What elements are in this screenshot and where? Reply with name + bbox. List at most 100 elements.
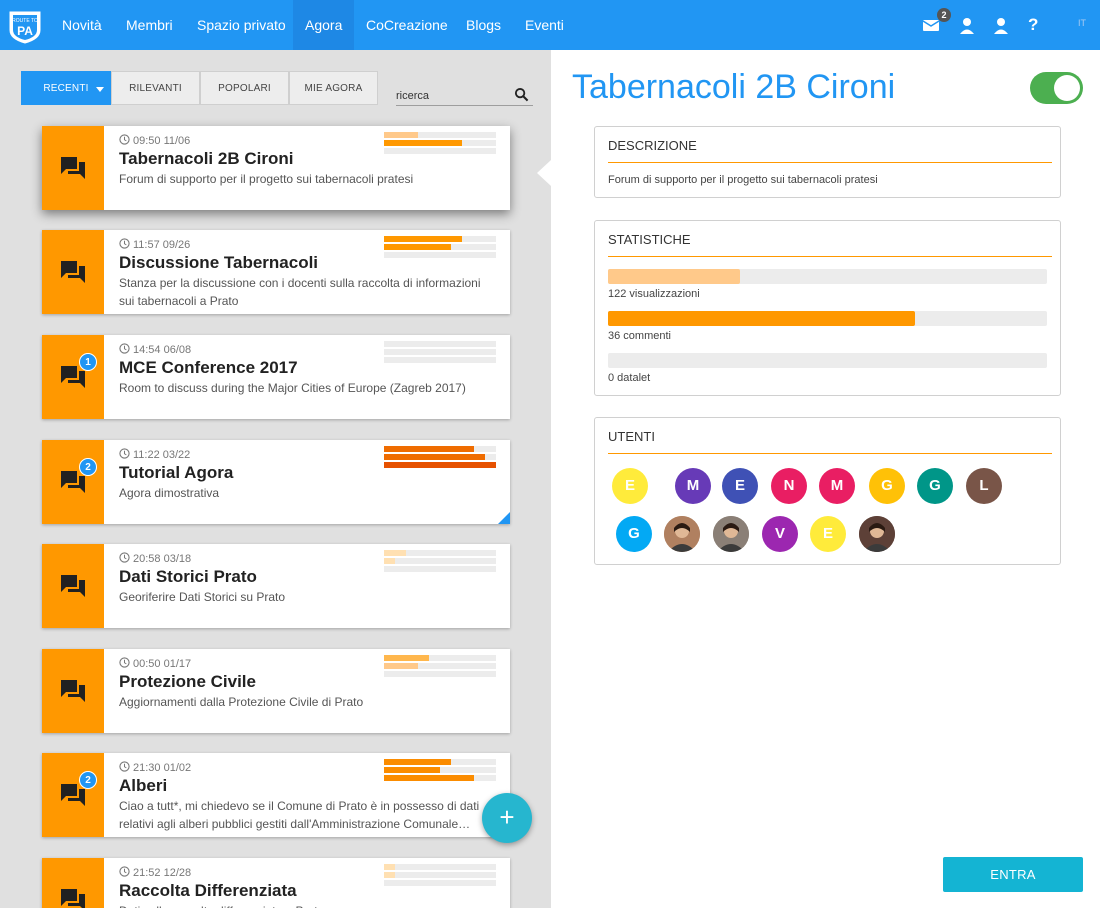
- user-avatar[interactable]: M: [675, 468, 711, 504]
- search-input[interactable]: [396, 88, 506, 104]
- user-avatar[interactable]: E: [612, 468, 648, 504]
- chat-icon: [59, 154, 87, 182]
- activity-bar-fill: [384, 550, 407, 556]
- activity-bar: [384, 558, 496, 564]
- user-avatar[interactable]: N: [771, 468, 807, 504]
- room-time-text: 00:50 01/17: [133, 658, 192, 670]
- user-avatar[interactable]: [859, 516, 895, 552]
- nav-item-novita[interactable]: Novità: [50, 0, 114, 50]
- room-card[interactable]: 2 11:22 03/22 Tutorial Agora Agora dimostra…: [42, 440, 510, 524]
- activity-bar: [384, 446, 496, 452]
- views-label: 122 visualizzazioni: [608, 288, 700, 300]
- views-bar-fill: [608, 269, 740, 284]
- room-detail-title: Tabernacoli 2B Cironi: [572, 68, 896, 106]
- activity-bar: [384, 132, 496, 138]
- nav-item-membri[interactable]: Membri: [114, 0, 185, 50]
- room-card[interactable]: 11:57 09/26 Discussione Tabernacoli Stanza…: [42, 230, 510, 314]
- help-icon[interactable]: ?: [1028, 13, 1042, 37]
- user-avatar[interactable]: G: [616, 516, 652, 552]
- logo-text: PA: [17, 24, 33, 38]
- add-room-button[interactable]: +: [482, 793, 532, 843]
- room-title: Protezione Civile: [119, 672, 256, 691]
- activity-bar: [384, 252, 496, 258]
- tab-mie-agora[interactable]: MIE AGORA: [289, 71, 378, 105]
- user-avatar[interactable]: E: [810, 516, 846, 552]
- room-card[interactable]: 00:50 01/17 Protezione Civile Aggiornament…: [42, 649, 510, 733]
- activity-bar-fill: [384, 558, 396, 564]
- user-avatar[interactable]: [713, 516, 749, 552]
- room-time: 09:50 11/06: [119, 134, 190, 147]
- activity-bar: [384, 550, 496, 556]
- user-avatar[interactable]: L: [966, 468, 1002, 504]
- room-activity-bars: [384, 550, 496, 574]
- tab-recenti[interactable]: RECENTI: [21, 71, 111, 105]
- room-card[interactable]: 20:58 03/18 Dati Storici Prato Georiferire…: [42, 544, 510, 628]
- chat-icon: [59, 886, 87, 908]
- toggle-knob: [1054, 75, 1080, 101]
- search-icon[interactable]: [514, 87, 529, 102]
- profile-icon[interactable]: [992, 13, 1016, 37]
- clock-icon: [119, 343, 133, 356]
- activity-bar: [384, 148, 496, 154]
- user-avatar[interactable]: [664, 516, 700, 552]
- room-description: Aggiornamenti dalla Protezione Civile di…: [119, 695, 364, 709]
- room-time: 21:30 01/02: [119, 761, 191, 774]
- nav-item-cocreazione[interactable]: CoCreazione: [354, 0, 460, 50]
- user-avatar[interactable]: G: [917, 468, 953, 504]
- user-icon[interactable]: [958, 13, 982, 37]
- enter-room-button[interactable]: ENTRA: [943, 857, 1083, 892]
- activity-bar: [384, 462, 496, 468]
- divider: [608, 162, 1052, 163]
- room-description: Dati sulla raccolta differenziata a Prat…: [119, 902, 499, 908]
- language-icon[interactable]: IT: [1078, 18, 1086, 28]
- room-title: Tutorial Agora: [119, 463, 234, 482]
- messages-icon[interactable]: 2: [922, 8, 951, 37]
- tab-recenti-label: RECENTI: [43, 83, 89, 94]
- activity-bar-fill: [384, 140, 463, 146]
- tab-popolari[interactable]: POPOLARI: [200, 71, 289, 105]
- user-avatar[interactable]: G: [869, 468, 905, 504]
- room-time: 21:52 12/28: [119, 866, 191, 879]
- room-card[interactable]: 1 14:54 06/08 MCE Conference 2017 Room to d…: [42, 335, 510, 419]
- corner-marker: [498, 512, 510, 524]
- user-avatar[interactable]: E: [722, 468, 758, 504]
- nav-item-eventi[interactable]: Eventi: [513, 0, 576, 50]
- room-icon-block: 2: [42, 753, 104, 837]
- activity-bar: [384, 454, 496, 460]
- clock-icon: [119, 761, 133, 774]
- activity-bar: [384, 236, 496, 242]
- activity-bar-fill: [384, 446, 474, 452]
- nav-item-agora[interactable]: Agora: [293, 0, 355, 50]
- room-time-text: 09:50 11/06: [133, 135, 191, 147]
- room-activity-bars: [384, 341, 496, 365]
- room-icon-block: [42, 126, 104, 210]
- datalet-bar: [608, 353, 1047, 368]
- publish-toggle[interactable]: [1030, 72, 1083, 104]
- room-title: MCE Conference 2017: [119, 358, 298, 377]
- activity-bar-fill: [384, 775, 474, 781]
- room-card[interactable]: 21:52 12/28 Raccolta Differenziata Dati su…: [42, 858, 510, 908]
- clock-icon: [119, 238, 133, 251]
- user-avatar[interactable]: V: [762, 516, 798, 552]
- room-icon-block: 2: [42, 440, 104, 524]
- nav-item-spazio-privato[interactable]: Spazio privato: [185, 0, 298, 50]
- views-bar: [608, 269, 1047, 284]
- activity-bar: [384, 880, 496, 886]
- comments-label: 36 commenti: [608, 330, 671, 342]
- room-description: Forum di supporto per il progetto sui ta…: [119, 172, 414, 186]
- activity-bar: [384, 341, 496, 347]
- room-time: 14:54 06/08: [119, 343, 191, 356]
- activity-bar: [384, 671, 496, 677]
- nav-item-blogs[interactable]: Blogs: [454, 0, 513, 50]
- user-avatar[interactable]: M: [819, 468, 855, 504]
- route-to-pa-logo[interactable]: PA ROUTE TO: [6, 6, 44, 44]
- activity-bar-fill: [384, 663, 418, 669]
- room-activity-bars: [384, 236, 496, 260]
- tab-rilevanti[interactable]: RILEVANTI: [111, 71, 200, 105]
- room-time-text: 21:52 12/28: [133, 867, 192, 879]
- activity-bar: [384, 767, 496, 773]
- room-card[interactable]: 09:50 11/06 Tabernacoli 2B Cironi Forum di…: [42, 126, 510, 210]
- activity-bar: [384, 140, 496, 146]
- room-card[interactable]: 2 21:30 01/02 Alberi Ciao a tutt*, mi chied…: [42, 753, 510, 837]
- room-time-text: 20:58 03/18: [133, 553, 192, 565]
